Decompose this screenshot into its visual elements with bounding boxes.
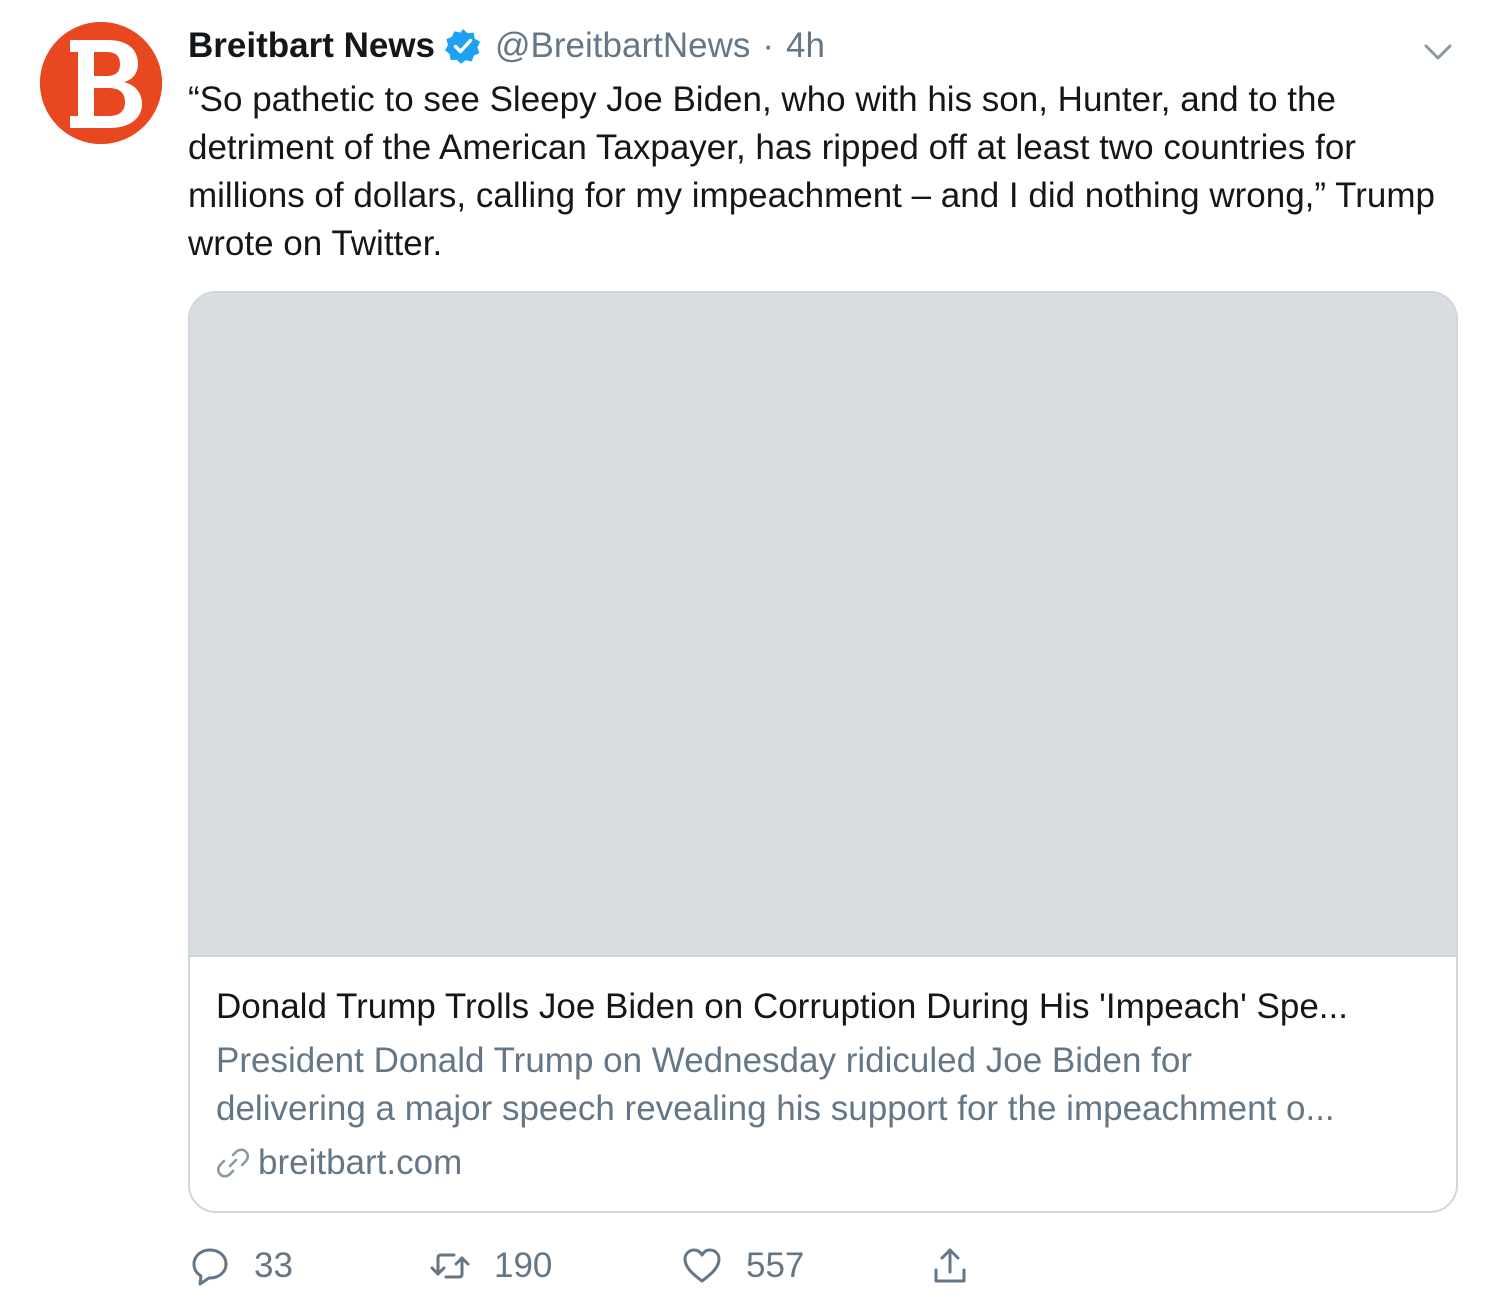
separator-dot: · — [762, 26, 775, 65]
user-handle[interactable]: @BreitbartNews — [495, 26, 750, 66]
reply-icon — [192, 1248, 228, 1286]
card-domain-text: breitbart.com — [258, 1143, 463, 1182]
share-icon — [934, 1248, 966, 1283]
heart-icon — [683, 1248, 721, 1283]
like-count: 557 — [746, 1246, 805, 1285]
card-domain: breitbart.com — [216, 1141, 462, 1185]
share-button[interactable] — [930, 1244, 970, 1288]
card-description-line: President Donald Trump on Wednesday ridi… — [216, 1041, 1193, 1080]
timestamp[interactable]: 4h — [786, 26, 825, 66]
verified-icon — [445, 28, 481, 64]
retweet-button[interactable]: 190 — [430, 1244, 552, 1288]
breitbart-logo — [40, 22, 162, 144]
display-name[interactable]: Breitbart News — [188, 26, 435, 66]
tweet-actions: 33 190 557 — [0, 1244, 1500, 1288]
link-card[interactable]: Donald Trump Trolls Joe Biden on Corrupt… — [188, 291, 1458, 1213]
tweet[interactable]: Breitbart News @BreitbartNews · 4h “So p… — [0, 0, 1500, 1300]
card-description-line: delivering a major speech revealing his … — [216, 1089, 1335, 1128]
avatar[interactable] — [40, 22, 162, 144]
retweet-count: 190 — [494, 1246, 553, 1285]
card-title: Donald Trump Trolls Joe Biden on Corrupt… — [216, 987, 1348, 1026]
chevron-down-icon[interactable] — [1418, 32, 1458, 72]
tweet-text: “So pathetic to see Sleepy Joe Biden, wh… — [188, 80, 1435, 263]
reply-count: 33 — [254, 1246, 293, 1285]
retweet-icon — [430, 1253, 470, 1279]
card-description: President Donald Trump on Wednesday ridi… — [216, 1037, 1436, 1133]
link-icon — [216, 1148, 250, 1178]
tweet-header: Breitbart News @BreitbartNews · 4h — [188, 22, 825, 70]
card-image[interactable] — [190, 293, 1456, 957]
like-button[interactable]: 557 — [682, 1244, 804, 1288]
reply-button[interactable]: 33 — [190, 1244, 293, 1288]
